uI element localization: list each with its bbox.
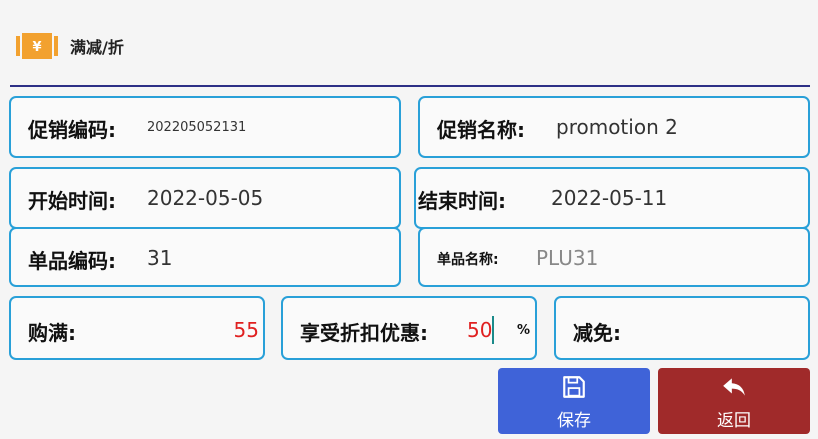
item-code-label: 单品编码: <box>28 249 116 273</box>
end-time-label: 结束时间: <box>418 189 506 213</box>
text-cursor <box>492 316 494 344</box>
save-label: 保存 <box>557 411 591 431</box>
page-title: 满减/折 <box>70 38 124 57</box>
percent-unit: % <box>517 323 531 338</box>
discount-field[interactable]: 享受折扣优惠: 50 % <box>281 296 537 360</box>
end-time-field[interactable]: 结束时间: 2022-05-11 <box>414 167 810 229</box>
promo-code-value: 202205052131 <box>147 120 247 135</box>
svg-text:¥: ¥ <box>32 40 41 55</box>
spend-full-value: 55 <box>233 318 259 342</box>
item-name-label: 单品名称: <box>437 252 499 268</box>
floppy-disk-icon <box>498 374 650 402</box>
spend-full-field[interactable]: 购满: 55 <box>9 296 265 360</box>
start-time-field[interactable]: 开始时间: 2022-05-05 <box>9 167 401 229</box>
item-name-value: PLU31 <box>536 246 599 270</box>
reduce-label: 减免: <box>573 321 621 345</box>
promo-name-label: 促销名称: <box>437 118 525 142</box>
item-code-value: 31 <box>147 246 173 270</box>
header-divider <box>10 85 810 87</box>
promo-name-field[interactable]: 促销名称: promotion 2 <box>418 96 810 158</box>
reduce-field[interactable]: 减免: <box>554 296 810 360</box>
discount-label: 享受折扣优惠: <box>300 321 428 345</box>
item-code-field[interactable]: 单品编码: 31 <box>9 227 401 287</box>
discount-value: 50 <box>467 318 493 342</box>
coupon-icon: ¥ <box>16 33 58 59</box>
promo-name-value: promotion 2 <box>556 115 678 139</box>
item-name-field[interactable]: 单品名称: PLU31 <box>418 227 810 287</box>
spend-full-label: 购满: <box>28 321 76 345</box>
promo-code-label: 促销编码: <box>28 118 116 142</box>
start-time-value: 2022-05-05 <box>147 186 264 210</box>
back-button[interactable]: 返回 <box>658 368 810 434</box>
back-arrow-icon <box>658 374 810 402</box>
back-label: 返回 <box>717 411 751 431</box>
start-time-label: 开始时间: <box>28 189 116 213</box>
save-button[interactable]: 保存 <box>498 368 650 434</box>
end-time-value: 2022-05-11 <box>551 186 668 210</box>
header: ¥ 满减/折 <box>0 0 818 87</box>
promo-code-field[interactable]: 促销编码: 202205052131 <box>9 96 401 158</box>
